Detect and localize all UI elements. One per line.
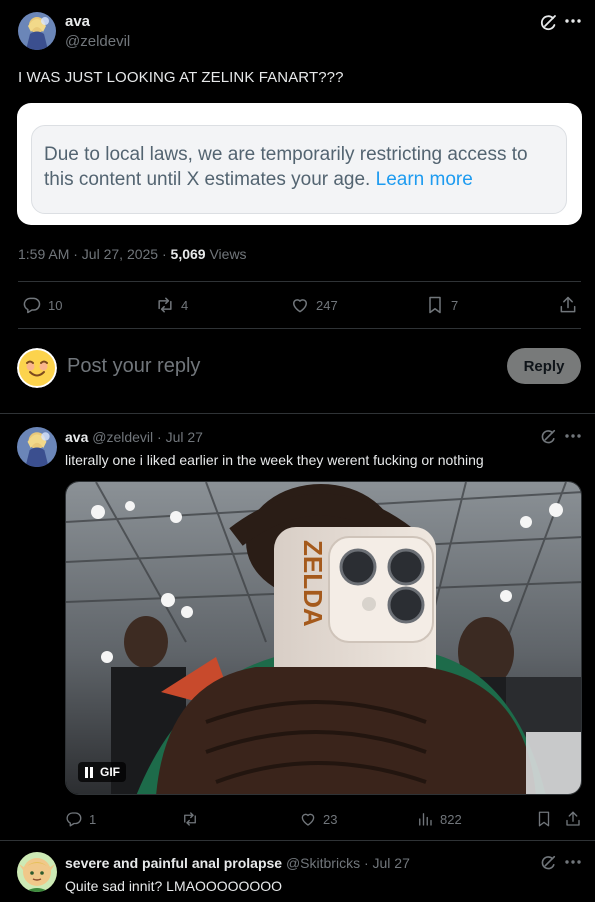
reply-reply-count: 1: [89, 811, 97, 827]
author-handle[interactable]: @zeldevil: [65, 33, 130, 50]
reply-button[interactable]: 10: [22, 295, 62, 315]
reply-views-button[interactable]: 822: [416, 810, 462, 828]
reply-icon: [22, 295, 42, 315]
reply2-text: Quite sad innit? LMAOOOOOOOO: [65, 878, 283, 894]
bookmark-icon: [535, 810, 553, 828]
reply-date[interactable]: · Jul 27: [153, 429, 203, 445]
views-count: 5,069: [170, 246, 206, 262]
reply-header: ava @zeldevil · Jul 27: [65, 429, 203, 445]
restricted-notice-text: Due to local laws, we are temporarily re…: [44, 142, 554, 192]
reply-display-name[interactable]: ava: [65, 429, 88, 445]
reply-submit-button[interactable]: Reply: [507, 348, 581, 384]
reply-submit-label: Reply: [523, 357, 565, 375]
author-avatar[interactable]: [18, 12, 56, 50]
gif-badge[interactable]: GIF: [78, 762, 126, 782]
more-icon[interactable]: [565, 18, 581, 24]
reply-text: literally one i liked earlier in the wee…: [65, 452, 484, 468]
reply-count: 10: [48, 297, 63, 313]
post-timestamp[interactable]: 1:59 AM · Jul 27, 2025 ·: [18, 246, 171, 262]
bookmark-icon: [425, 295, 445, 315]
divider: [18, 281, 581, 282]
user-avatar[interactable]: [17, 348, 57, 388]
like-count: 247: [316, 297, 338, 313]
restricted-notice-box: Due to local laws, we are temporarily re…: [31, 125, 567, 214]
reply-icon: [65, 810, 83, 828]
reply-views-count: 822: [440, 811, 462, 827]
reply-handle[interactable]: @zeldevil: [92, 429, 153, 445]
reply-bookmark-button[interactable]: [535, 810, 553, 828]
pause-icon[interactable]: [84, 766, 94, 778]
share-icon: [564, 810, 582, 828]
grok-icon[interactable]: [539, 854, 557, 872]
reply-like-count: 23: [323, 811, 338, 827]
more-icon[interactable]: [565, 859, 581, 865]
divider: [0, 840, 595, 841]
post-text: I WAS JUST LOOKING AT ZELINK FANART???: [18, 69, 344, 86]
share-button[interactable]: [558, 295, 578, 315]
gif-media[interactable]: ZELDA GIF: [65, 481, 582, 795]
repost-icon: [181, 810, 199, 828]
views-label: Views: [205, 246, 247, 262]
repost-count: 4: [181, 297, 189, 313]
repost-button[interactable]: 4: [155, 295, 188, 315]
reply-like-button[interactable]: 23: [299, 810, 337, 828]
share-icon: [558, 295, 578, 315]
grok-icon[interactable]: [538, 13, 558, 33]
bookmark-count: 7: [451, 297, 459, 313]
bookmark-button[interactable]: 7: [425, 295, 458, 315]
restricted-media-card: Due to local laws, we are temporarily re…: [17, 103, 582, 225]
reply2-date[interactable]: · Jul 27: [360, 855, 410, 871]
reply-repost-button[interactable]: [181, 810, 199, 828]
reply2-header: severe and painful anal prolapse @Skitbr…: [65, 855, 410, 871]
author-display-name[interactable]: ava: [65, 13, 90, 30]
grok-icon[interactable]: [539, 428, 557, 446]
more-icon[interactable]: [565, 433, 581, 439]
reply-input[interactable]: Post your reply: [67, 355, 200, 378]
reply2-display-name[interactable]: severe and painful anal prolapse: [65, 855, 282, 871]
reply2-author-avatar[interactable]: [17, 852, 57, 892]
heart-icon: [290, 295, 310, 315]
gif-label: GIF: [100, 765, 120, 779]
reply-reply-button[interactable]: 1: [65, 810, 96, 828]
post-meta: 1:59 AM · Jul 27, 2025 · 5,069 Views: [18, 246, 247, 262]
divider: [18, 328, 581, 329]
svg-text:ZELDA: ZELDA: [298, 540, 328, 627]
learn-more-link[interactable]: Learn more: [376, 169, 473, 190]
repost-icon: [155, 295, 175, 315]
reply-author-avatar[interactable]: [17, 427, 57, 467]
divider: [0, 413, 595, 414]
gif-frame: ZELDA: [66, 482, 581, 794]
reply-share-button[interactable]: [564, 810, 582, 828]
views-icon: [416, 810, 434, 828]
like-button[interactable]: 247: [290, 295, 338, 315]
reply2-handle[interactable]: @Skitbricks: [286, 855, 360, 871]
heart-icon: [299, 810, 317, 828]
